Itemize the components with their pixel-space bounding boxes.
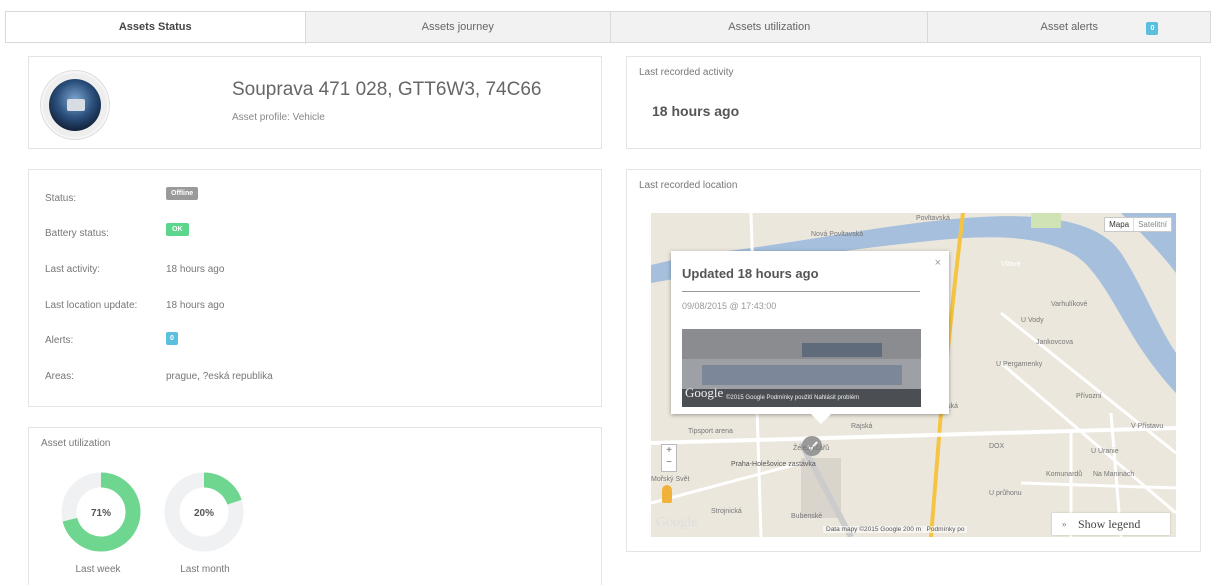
close-icon[interactable]: × [935,257,941,269]
battery-badge: OK [166,223,189,236]
last-activity-value: 18 hours ago [652,103,740,119]
popup-title: Updated 18 hours ago [682,266,819,281]
map-label: Praha-Holešovice zastávka [731,461,816,468]
show-legend-button[interactable]: » Show legend [1052,513,1170,535]
map-type-switch: Mapa Satelitní [1104,217,1172,232]
map-label: U Pergamenky [996,361,1043,368]
donut-value: 20% [194,508,214,519]
utilization-month-donut: 20% [164,472,244,552]
asset-profile-type: Asset profile: Vehicle [232,112,325,123]
attribution-terms[interactable]: Podmínky po [927,526,965,533]
map-label: U průhonu [989,490,1022,497]
map-type-map-button[interactable]: Mapa [1105,218,1133,231]
areas-row: Areas: prague, ?eská republika [45,371,273,382]
tab-label: Assets Status [118,21,192,33]
location-map[interactable]: Povltavská Nová Povltavská Vltava Varhul… [651,213,1176,537]
map-label: Na Maninách [1093,471,1135,478]
tab-divider [5,42,1211,43]
battery-label: Battery status: [45,228,109,239]
panel-title: Last recorded location [639,180,738,191]
panel-title: Asset utilization [41,438,111,449]
map-attribution: Data mapy ©2015 Google 200 m Podmínky po [823,526,968,533]
last-activity-panel: Last recorded activity 18 hours ago [626,56,1201,149]
map-label: U Uranie [1091,448,1119,455]
park-area [1031,213,1061,228]
zoom-control: + − [661,444,677,472]
map-label: V Přístavu [1131,423,1164,430]
pegman-icon[interactable] [662,485,672,503]
map-label: U Vody [1021,317,1044,324]
top-strip [0,0,1213,10]
map-label: Strojnická [711,508,742,515]
alerts-label: Alerts: [45,335,74,346]
donut-value: 71% [91,508,111,519]
google-logo: Google [656,515,698,530]
map-label: Bubenské [791,513,823,520]
status-label: Status: [45,193,77,204]
chevron-up-icon: » [1062,519,1067,529]
tab-label: Assets journey [421,21,494,33]
vehicle-photo [49,79,101,131]
status-row: Status: Offline [45,187,199,206]
areas-value: prague, ?eská republika [166,371,273,382]
last-location-update-row: Last location update: 18 hours ago [45,300,224,311]
alerts-badge: 0 [166,332,178,345]
tab-assets-journey[interactable]: Assets journey [306,12,611,43]
map-label: Mořský Svět [651,476,690,483]
tab-asset-alerts[interactable]: Asset alerts 0 [928,12,1210,43]
last-location-update-label: Last location update: [45,300,138,311]
avatar [41,71,109,139]
asset-name: Souprava 471 028, GTT6W3, 74C66 [232,79,542,100]
street-view-photo[interactable]: Google ©2015 Google Podmínky použití Nah… [682,329,921,407]
tab-bar: Assets Status Assets journey Assets util… [5,11,1211,44]
map-label: Tipsport arena [688,428,733,435]
asset-profile-panel: Souprava 471 028, GTT6W3, 74C66 Asset pr… [28,56,602,149]
asset-utilization-panel: Asset utilization 71% 20% Last week Last… [28,427,602,585]
popup-divider [682,291,920,292]
tab-label: Asset alerts [1040,21,1098,33]
map-label: Jankovcova [1036,339,1073,346]
zoom-in-button[interactable]: + [662,445,676,457]
map-label: Železničářů [793,445,830,452]
location-info-popup: × Updated 18 hours ago 09/08/2015 @ 17:4… [671,251,949,424]
last-location-panel: Last recorded location Povltavská Nová P… [626,169,1201,552]
attribution-text: Data mapy ©2015 Google 200 m [826,526,922,533]
map-label: Vltava [1001,261,1021,268]
map-label: Povltavská [916,215,950,222]
popup-date: 09/08/2015 @ 17:43:00 [682,301,777,311]
zoom-out-button[interactable]: − [662,457,676,469]
areas-label: Areas: [45,371,74,382]
status-badge: Offline [166,187,199,200]
photo-google-logo: Google [685,385,724,400]
last-location-update-value: 18 hours ago [166,300,225,311]
alerts-count-badge: 0 [1146,22,1159,35]
last-activity-row: Last activity: 18 hours ago [45,264,224,275]
map-label: Nová Povltavská [811,231,864,238]
utilization-week-donut: 71% [61,472,141,552]
alerts-row: Alerts: 0 [45,332,178,348]
tab-assets-utilization[interactable]: Assets utilization [611,12,929,43]
tab-label: Assets utilization [728,21,811,33]
show-legend-label: Show legend [1078,517,1141,531]
map-label: Přívozní [1076,393,1102,400]
map-type-satellite-button[interactable]: Satelitní [1133,218,1171,231]
donut-label-week: Last week [75,564,121,575]
map-label: DOX [989,443,1005,450]
map-label: Varhulíkové [1051,301,1088,308]
photo-attribution: ©2015 Google Podmínky použití Nahlásit p… [726,395,860,401]
status-panel: Status: Offline Battery status: OK Last ac… [28,169,602,407]
donut-label-month: Last month [180,564,230,575]
tab-assets-status[interactable]: Assets Status [6,12,306,44]
last-activity-label: Last activity: [45,264,101,275]
last-activity-value: 18 hours ago [166,264,225,275]
map-label: Komunardů [1046,471,1083,478]
panel-title: Last recorded activity [639,67,734,78]
battery-row: Battery status: OK [45,223,189,241]
map-label: Rajská [851,423,873,430]
